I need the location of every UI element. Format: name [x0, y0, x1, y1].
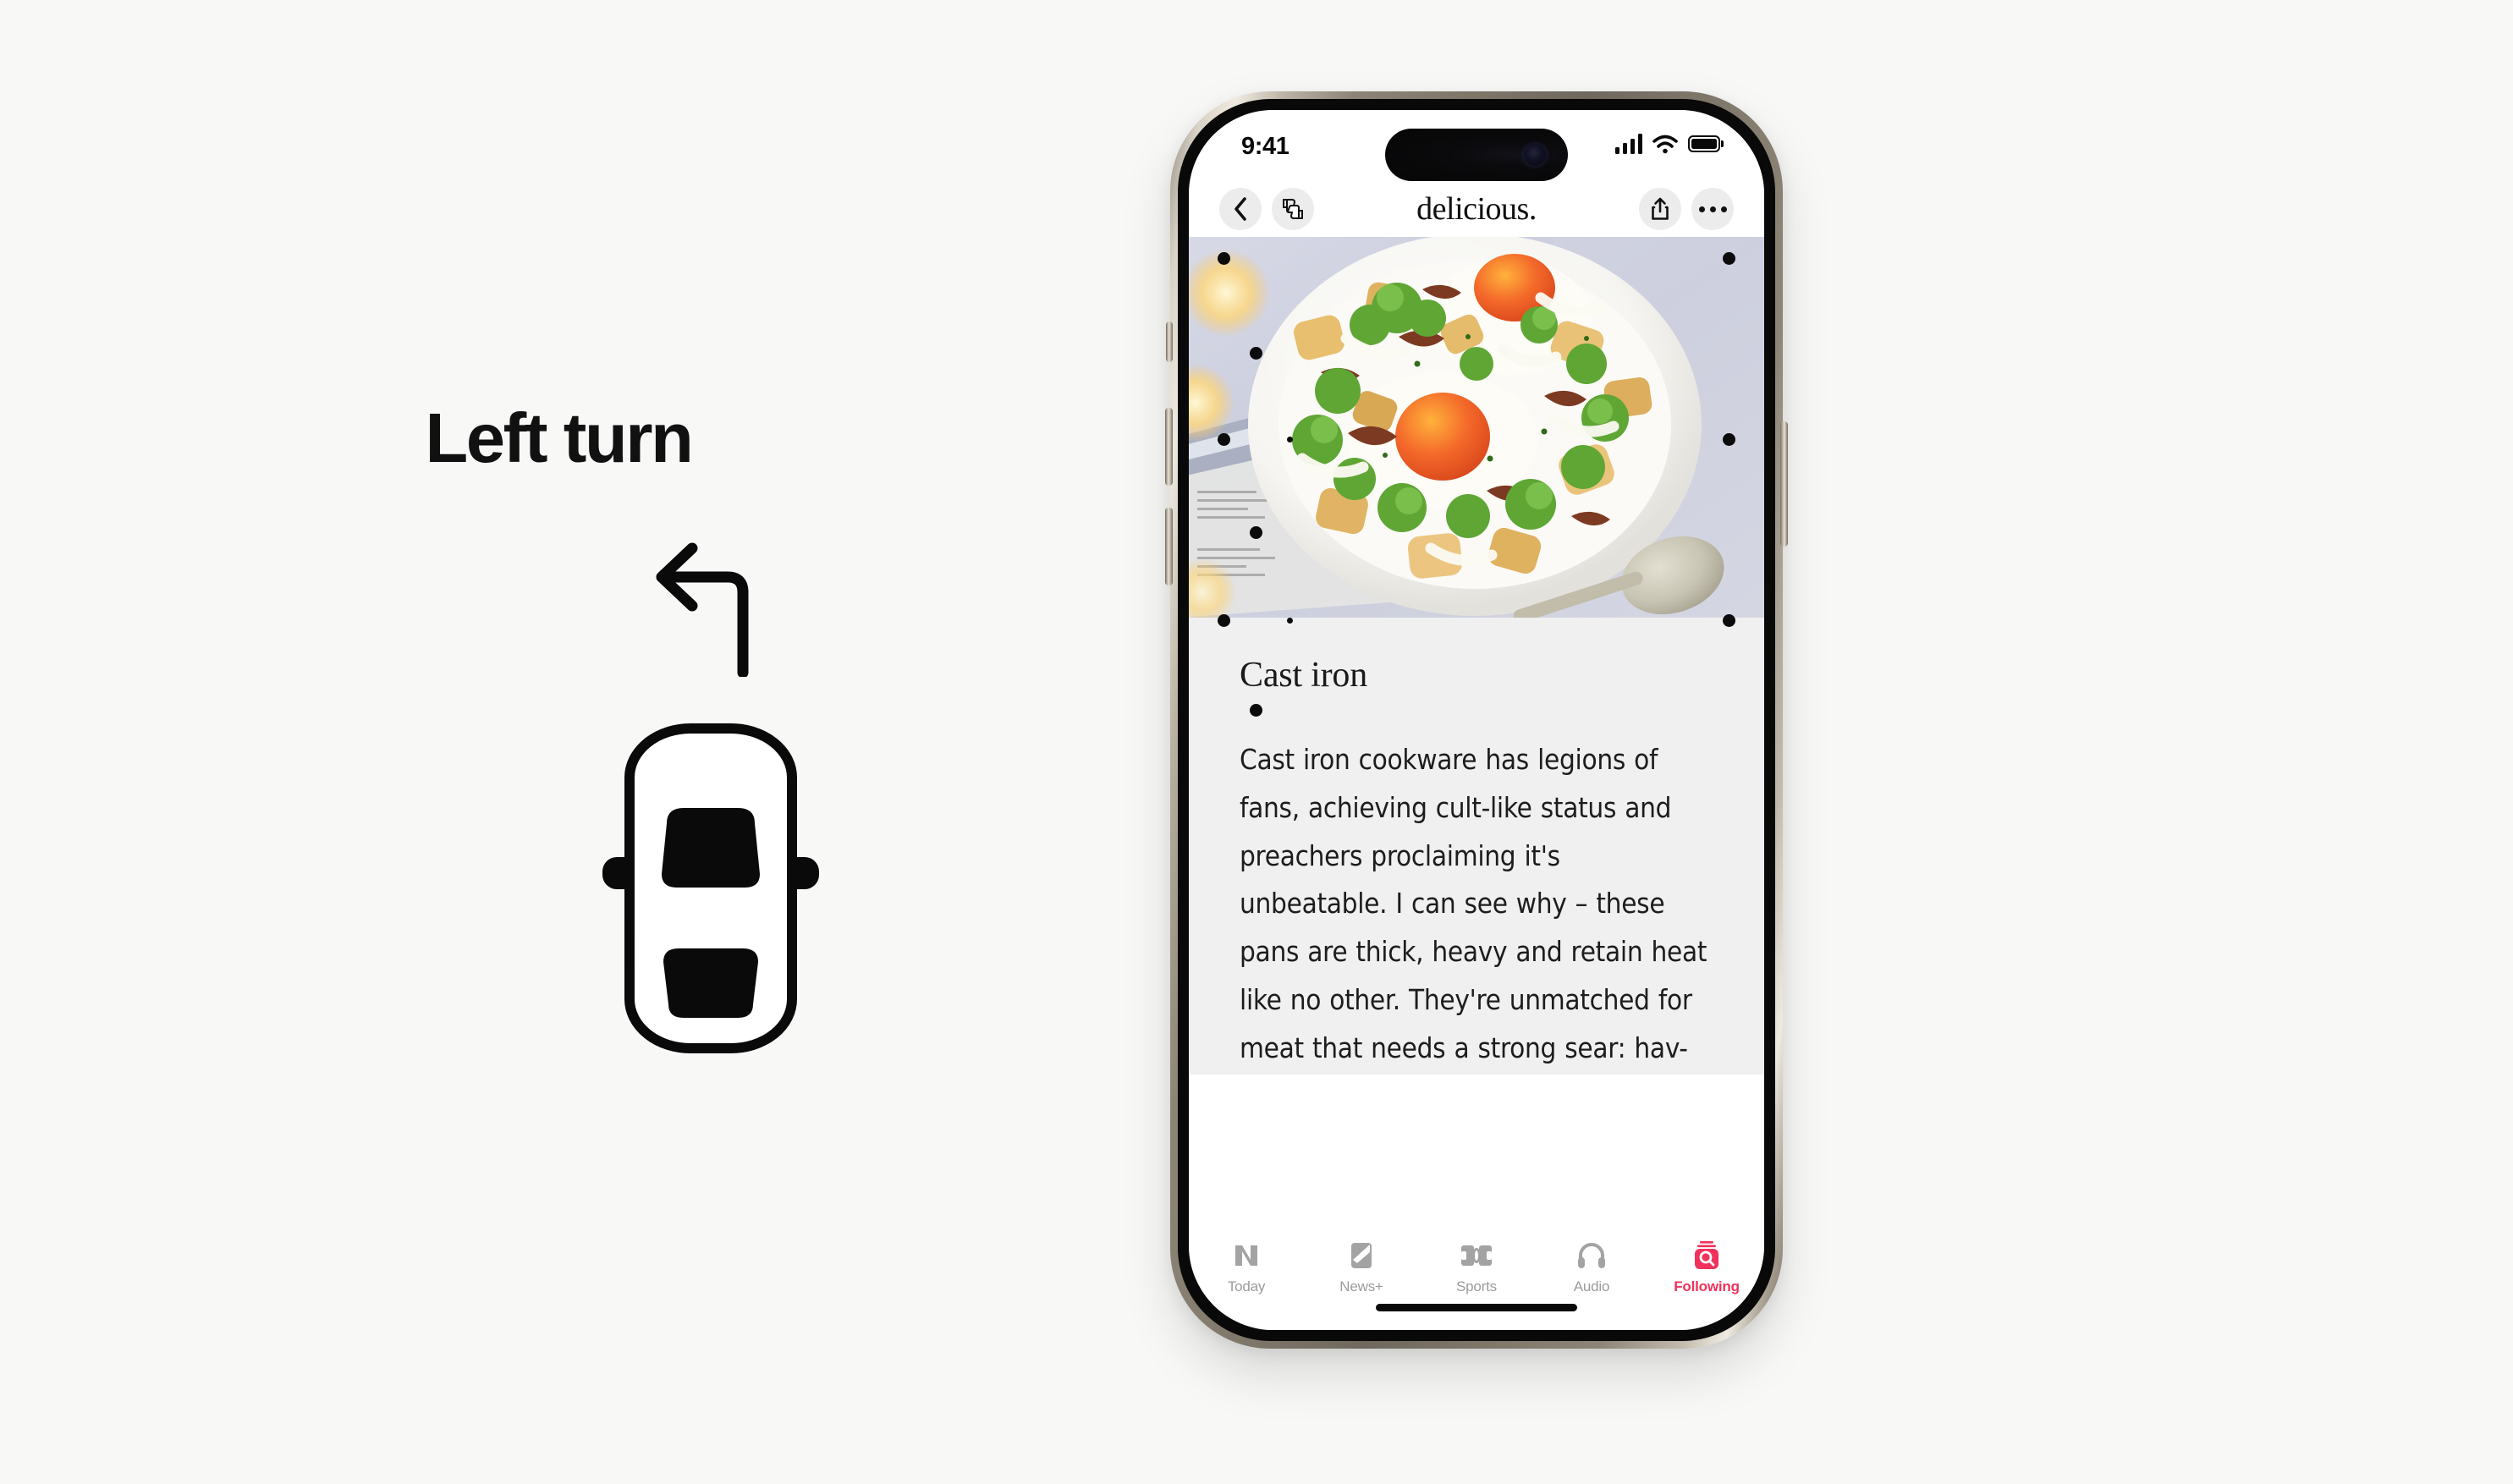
chevron-left-icon: [1235, 197, 1246, 221]
iphone-device: 9:41 delicious. Cast iron Cast iron cook…: [1165, 91, 1788, 1349]
tab-bar: Today News+ Sports Audio Following: [1189, 1228, 1764, 1330]
status-indicators: [1614, 134, 1720, 154]
left-turn-illustration-panel: Left turn: [0, 0, 1125, 1484]
back-button[interactable]: [1219, 188, 1262, 230]
news-today-icon: [1232, 1240, 1261, 1271]
tab-label: News+: [1339, 1278, 1383, 1294]
more-options-button[interactable]: [1691, 188, 1734, 230]
wifi-icon: [1652, 135, 1678, 154]
tab-label: Today: [1227, 1278, 1266, 1294]
article-heading: Cast iron: [1240, 656, 1368, 695]
tab-label: Sports: [1456, 1278, 1497, 1294]
car-top-view-icon: [602, 723, 819, 1053]
ellipsis-icon: [1698, 206, 1727, 212]
food-photo: [1189, 237, 1764, 618]
article-body-text: Cast iron cookware has legions of fans, …: [1240, 743, 1707, 1064]
tab-label: Audio: [1573, 1278, 1610, 1294]
status-bar: 9:41: [1189, 110, 1764, 181]
volume-down-button[interactable]: [1165, 508, 1173, 585]
app-nav-bar: delicious.: [1189, 181, 1764, 237]
home-indicator[interactable]: [1376, 1304, 1577, 1311]
sports-icon: [1460, 1240, 1493, 1271]
left-turn-arrow-icon: [656, 542, 749, 677]
battery-full-icon: [1688, 135, 1720, 152]
tab-label: Following: [1674, 1278, 1740, 1294]
share-icon: [1652, 197, 1669, 220]
dynamic-island[interactable]: [1385, 129, 1568, 181]
tab-news-plus[interactable]: News+: [1304, 1240, 1419, 1295]
signal-bars-icon: [1614, 134, 1642, 154]
power-button[interactable]: [1780, 421, 1788, 547]
status-time: 9:41: [1241, 133, 1289, 160]
search-following-icon: [1693, 1240, 1720, 1271]
tab-audio[interactable]: Audio: [1534, 1240, 1649, 1295]
tab-today[interactable]: Today: [1189, 1240, 1304, 1295]
headphones-icon: [1577, 1240, 1606, 1271]
thumbs-up-down-icon: [1283, 199, 1303, 219]
tab-sports[interactable]: Sports: [1419, 1240, 1534, 1295]
device-screen: 9:41 delicious. Cast iron Cast iron cook…: [1189, 110, 1764, 1330]
article-content: Cast iron Cast iron cookware has legions…: [1189, 618, 1764, 1075]
news-plus-icon: [1350, 1240, 1373, 1271]
feedback-button[interactable]: [1272, 188, 1314, 230]
front-camera-icon: [1524, 144, 1546, 166]
action-button[interactable]: [1166, 322, 1173, 362]
app-title: delicious.: [1416, 191, 1537, 227]
tab-following[interactable]: Following: [1649, 1240, 1764, 1295]
article-hero-image: [1189, 237, 1764, 618]
page-title: Left turn: [425, 398, 694, 477]
volume-up-button[interactable]: [1165, 408, 1173, 486]
share-button[interactable]: [1639, 188, 1681, 230]
